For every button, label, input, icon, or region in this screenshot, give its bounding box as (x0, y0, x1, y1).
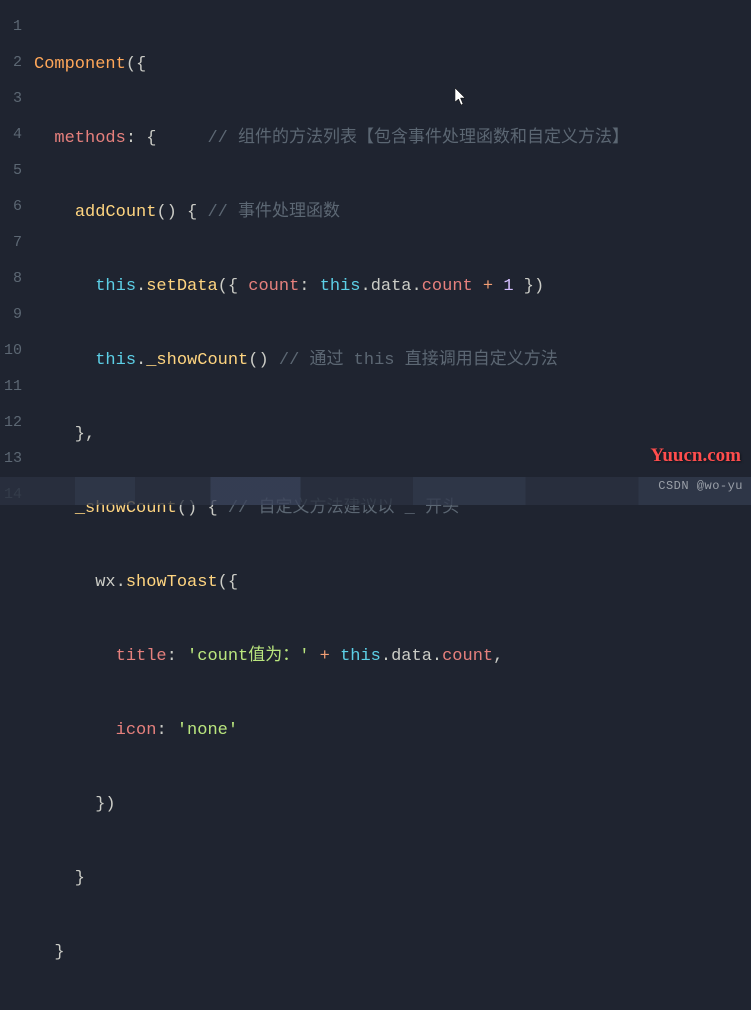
code-line: icon: 'none' (34, 713, 751, 749)
code-line: }, (34, 417, 751, 453)
line-number: 9 (0, 297, 22, 333)
line-number: 13 (0, 441, 22, 477)
code-line: } (34, 861, 751, 897)
line-number: 7 (0, 225, 22, 261)
code-line: } (34, 935, 751, 971)
code-line: Component({ (34, 47, 751, 83)
line-number: 12 (0, 405, 22, 441)
code-line: }) (34, 787, 751, 823)
code-line: this.setData({ count: this.data.count + … (34, 269, 751, 305)
code-area[interactable]: Component({ methods: { // 组件的方法列表【包含事件处理… (28, 0, 751, 505)
code-line: methods: { // 组件的方法列表【包含事件处理函数和自定义方法】 (34, 121, 751, 157)
line-number: 3 (0, 81, 22, 117)
code-line: title: 'count值为：' + this.data.count, (34, 639, 751, 675)
watermark-csdn: CSDN @wo-yu (658, 479, 743, 493)
code-line: }) (34, 1009, 751, 1010)
line-number: 1 (0, 9, 22, 45)
line-number: 4 (0, 117, 22, 153)
code-line: addCount() { // 事件处理函数 (34, 195, 751, 231)
line-number: 2 (0, 45, 22, 81)
code-line: wx.showToast({ (34, 565, 751, 601)
minimap-scrollbar[interactable] (0, 477, 751, 505)
line-number: 5 (0, 153, 22, 189)
line-number: 10 (0, 333, 22, 369)
line-number-gutter: 1 2 3 4 5 6 7 8 9 10 11 12 13 14 (0, 0, 28, 505)
line-number: 8 (0, 261, 22, 297)
code-line: this._showCount() // 通过 this 直接调用自定义方法 (34, 343, 751, 379)
code-editor: 1 2 3 4 5 6 7 8 9 10 11 12 13 14 Compone… (0, 0, 751, 505)
line-number: 6 (0, 189, 22, 225)
line-number: 11 (0, 369, 22, 405)
watermark-site: Yuucn.com (650, 445, 741, 467)
